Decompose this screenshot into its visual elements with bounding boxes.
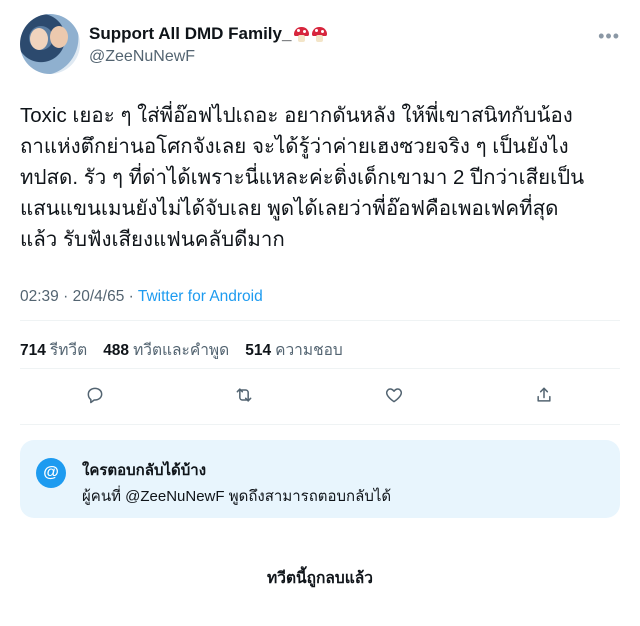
like-icon	[385, 388, 403, 403]
quotes-count: 488	[103, 342, 130, 359]
retweet-icon	[236, 388, 252, 402]
tweet-source[interactable]: Twitter for Android	[138, 288, 263, 305]
tweet-header: Support All DMD Family_ @ZeeNuNewF •••	[20, 14, 620, 76]
author-handle[interactable]: @ZeeNuNewF	[89, 48, 195, 66]
divider	[20, 320, 620, 321]
like-button[interactable]	[379, 380, 409, 410]
retweets-label: รีทวีต	[49, 342, 88, 359]
mushroom-emoji-icon	[312, 26, 328, 42]
reply-settings-card: @ ใครตอบกลับได้บ้าง ผู้คนที่ @ZeeNuNewF …	[20, 440, 620, 518]
tweet-date[interactable]: 20/4/65	[73, 288, 125, 305]
reply-button[interactable]	[80, 380, 110, 410]
deleted-tweet-notice: ทวีตนี้ถูกลบแล้ว	[267, 570, 373, 587]
more-options-icon[interactable]: •••	[598, 26, 620, 47]
avatar[interactable]	[20, 14, 80, 74]
reply-icon	[87, 387, 103, 404]
retweets-stat[interactable]: 714 รีทวีต	[20, 337, 87, 362]
mention-at-icon: @	[36, 458, 66, 488]
quotes-label: ทวีตและคำพูด	[133, 342, 230, 359]
meta-separator: ·	[128, 288, 134, 305]
retweet-button[interactable]	[229, 380, 259, 410]
divider	[20, 368, 620, 369]
tweet-actions	[20, 380, 620, 410]
likes-label: ความชอบ	[275, 342, 343, 359]
engagement-stats: 714 รีทวีต 488 ทวีตและคำพูด 514 ความชอบ	[20, 337, 343, 362]
share-icon	[537, 387, 551, 402]
likes-stat[interactable]: 514 ความชอบ	[245, 337, 343, 362]
author-display-name[interactable]: Support All DMD Family_	[89, 24, 291, 44]
meta-separator: ·	[63, 288, 69, 305]
author-name-row[interactable]: Support All DMD Family_	[89, 24, 328, 44]
retweets-count: 714	[20, 342, 46, 359]
divider	[20, 424, 620, 425]
tweet-time[interactable]: 02:39	[20, 288, 59, 305]
mushroom-emoji-icon	[294, 26, 310, 42]
tweet-meta: 02:39 · 20/4/65 · Twitter for Android	[20, 288, 263, 306]
tweet-text: Toxic เยอะ ๆ ใส่พี่อ๊อฟไปเถอะ อยากดันหลั…	[20, 104, 585, 251]
share-button[interactable]	[529, 380, 559, 410]
quotes-stat[interactable]: 488 ทวีตและคำพูด	[103, 337, 229, 362]
likes-count: 514	[245, 342, 272, 359]
reply-settings-description: ผู้คนที่ @ZeeNuNewF พูดถึงสามารถตอบกลับไ…	[82, 488, 392, 505]
reply-settings-title: ใครตอบกลับได้บ้าง	[82, 462, 207, 479]
